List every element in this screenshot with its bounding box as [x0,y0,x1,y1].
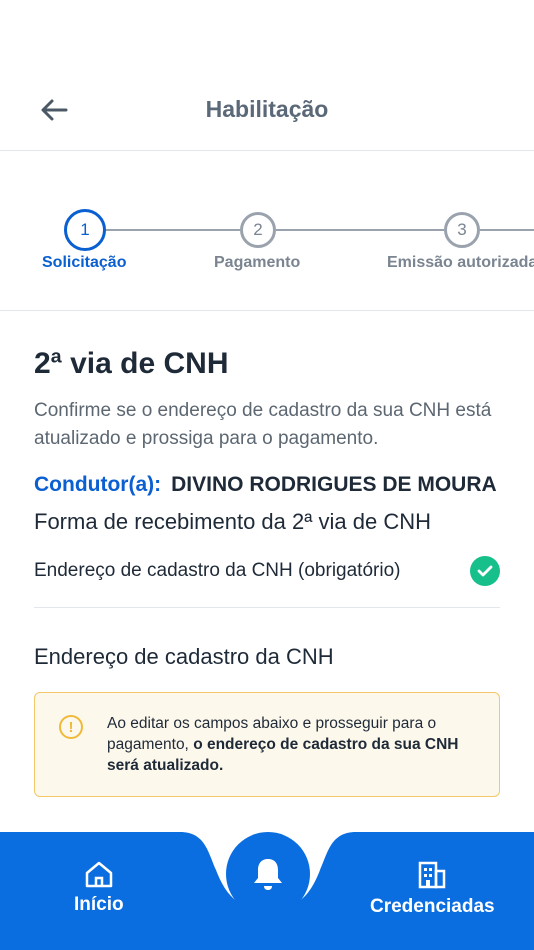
service-description: Confirme se o endereço de cadastro da su… [34,400,492,449]
driver-label: Condutor(a): [34,473,162,496]
app-header: Habilitação [0,0,534,151]
step-2-label: Pagamento [214,254,301,271]
step-connector [276,229,444,231]
step-3-circle: 3 [444,212,480,248]
notifications-button[interactable] [226,832,310,916]
progress-stepper: 1 2 3 Solicitação Pagamento Emissão auto… [0,151,534,311]
page-title: Habilitação [205,96,329,122]
step-3-label: Emissão autorizada [387,254,534,271]
bell-icon [254,859,282,890]
driver-name: DIVINO RODRIGUES DE MOURA [171,473,497,496]
nav-accredited[interactable]: Credenciadas [370,860,495,918]
receipt-method-title: Forma de recebimento da 2ª via de CNH [34,509,431,534]
driver-info: Condutor(a): DIVINO RODRIGUES DE MOURA [34,473,500,497]
nav-home[interactable]: Início [74,860,124,916]
nav-home-label: Início [74,894,124,915]
step-connector [106,229,240,231]
step-1-circle: 1 [64,209,106,251]
divider [34,607,500,608]
nav-accredited-label: Credenciadas [370,896,495,917]
bottom-navigation: Início Credenciadas [0,832,534,950]
main-content: 2ª via de CNH Confirme se o endereço de … [34,311,500,797]
step-2-circle: 2 [240,212,276,248]
address-section-title: Endereço de cadastro da CNH [34,644,334,669]
building-icon [419,861,446,889]
check-circle-icon [470,556,500,586]
service-title: 2ª via de CNH [34,347,229,380]
address-option[interactable]: Endereço de cadastro da CNH (obrigatório… [34,553,500,589]
step-1-label: Solicitação [42,254,127,271]
step-connector [480,229,534,231]
home-icon [85,861,113,888]
alert-circle-icon: ! [59,715,83,739]
address-option-label: Endereço de cadastro da CNH (obrigatório… [34,560,401,581]
warning-banner: ! Ao editar os campos abaixo e prossegui… [34,692,500,797]
